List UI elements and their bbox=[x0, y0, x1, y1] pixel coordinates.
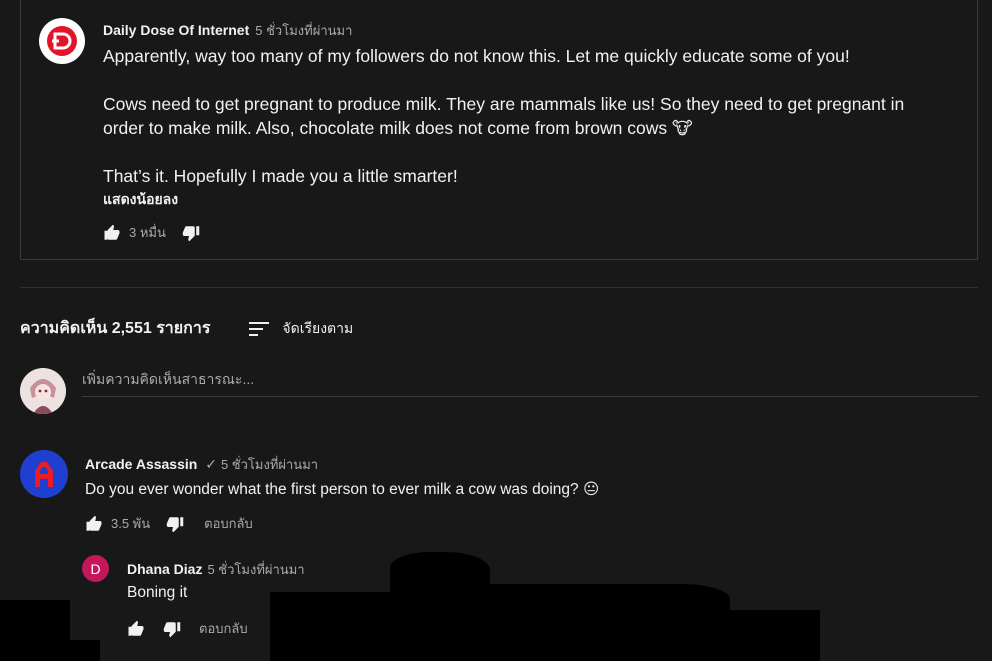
comment-time[interactable]: 5 ชั่วโมงที่ผ่านมา bbox=[221, 457, 318, 472]
comment-header: Arcade Assassin ✓ 5 ชั่วโมงที่ผ่านมา bbox=[85, 454, 318, 475]
comments-header: ความคิดเห็น 2,551 รายการ จัดเรียงตาม bbox=[20, 316, 353, 341]
sort-label: จัดเรียงตาม bbox=[282, 319, 354, 336]
section-divider bbox=[20, 287, 978, 288]
comments-count: ความคิดเห็น 2,551 รายการ bbox=[20, 320, 211, 337]
dislike-icon[interactable] bbox=[166, 515, 184, 533]
comment-text: Boning it bbox=[127, 584, 188, 601]
post-actions: 3 หมื่น bbox=[103, 222, 200, 243]
post-header: Daily Dose Of Internet 5 ชั่วโมงที่ผ่านมา bbox=[103, 20, 352, 41]
comment-avatar[interactable]: D bbox=[82, 555, 109, 582]
post-line: That’s it. Hopefully I made you a little… bbox=[103, 166, 458, 186]
like-icon[interactable] bbox=[127, 620, 145, 638]
comment-composer bbox=[20, 368, 978, 416]
show-less-button[interactable]: แสดงน้อยลง bbox=[103, 189, 178, 211]
like-count: 3 หมื่น bbox=[129, 225, 166, 240]
dislike-icon[interactable] bbox=[163, 620, 181, 638]
redaction-overlay bbox=[490, 584, 730, 661]
redaction-overlay bbox=[790, 610, 820, 661]
post-text: Apparently, way too many of my followers… bbox=[103, 44, 933, 188]
channel-logo-icon bbox=[47, 26, 77, 56]
comment-header: Dhana Diaz 5 ชั่วโมงที่ผ่านมา bbox=[127, 559, 305, 580]
like-count: 3.5 พัน bbox=[111, 516, 151, 531]
post-line: Apparently, way too many of my followers… bbox=[103, 46, 850, 66]
dislike-icon[interactable] bbox=[182, 224, 200, 242]
comment-actions: 3.5 พัน ตอบกลับ bbox=[85, 513, 253, 534]
sort-button[interactable]: จัดเรียงตาม bbox=[248, 318, 353, 340]
post-line: Cows need to get pregnant to produce mil… bbox=[103, 94, 905, 138]
channel-avatar[interactable] bbox=[39, 18, 85, 64]
community-post: Daily Dose Of Internet 5 ชั่วโมงที่ผ่านมา… bbox=[20, 0, 978, 260]
comment-input[interactable] bbox=[82, 368, 978, 397]
comment-thread: Arcade Assassin ✓ 5 ชั่วโมงที่ผ่านมา Do y… bbox=[20, 450, 978, 540]
post-author[interactable]: Daily Dose Of Internet bbox=[103, 22, 249, 38]
comment-avatar[interactable] bbox=[20, 450, 68, 498]
my-avatar bbox=[20, 368, 66, 414]
like-icon[interactable] bbox=[85, 515, 103, 533]
like-icon[interactable] bbox=[103, 224, 121, 242]
comment-author[interactable]: Dhana Diaz bbox=[127, 561, 202, 577]
redaction-overlay bbox=[390, 552, 490, 592]
comment-text: Do you ever wonder what the first person… bbox=[85, 481, 600, 498]
post-line-blank bbox=[103, 68, 933, 92]
comment-time[interactable]: 5 ชั่วโมงที่ผ่านมา bbox=[207, 562, 304, 577]
verified-icon: ✓ bbox=[205, 456, 217, 472]
comment-actions: ตอบกลับ bbox=[127, 618, 248, 639]
arcade-a-icon bbox=[35, 462, 53, 487]
comment-author[interactable]: Arcade Assassin bbox=[85, 456, 197, 472]
avatar-letter: D bbox=[90, 560, 101, 577]
redaction-overlay bbox=[60, 640, 100, 661]
sort-icon bbox=[249, 321, 270, 336]
post-time[interactable]: 5 ชั่วโมงที่ผ่านมา bbox=[255, 23, 352, 38]
post-line-blank bbox=[103, 140, 933, 164]
reply-button[interactable]: ตอบกลับ bbox=[204, 513, 253, 534]
reply-button[interactable]: ตอบกลับ bbox=[199, 618, 248, 639]
